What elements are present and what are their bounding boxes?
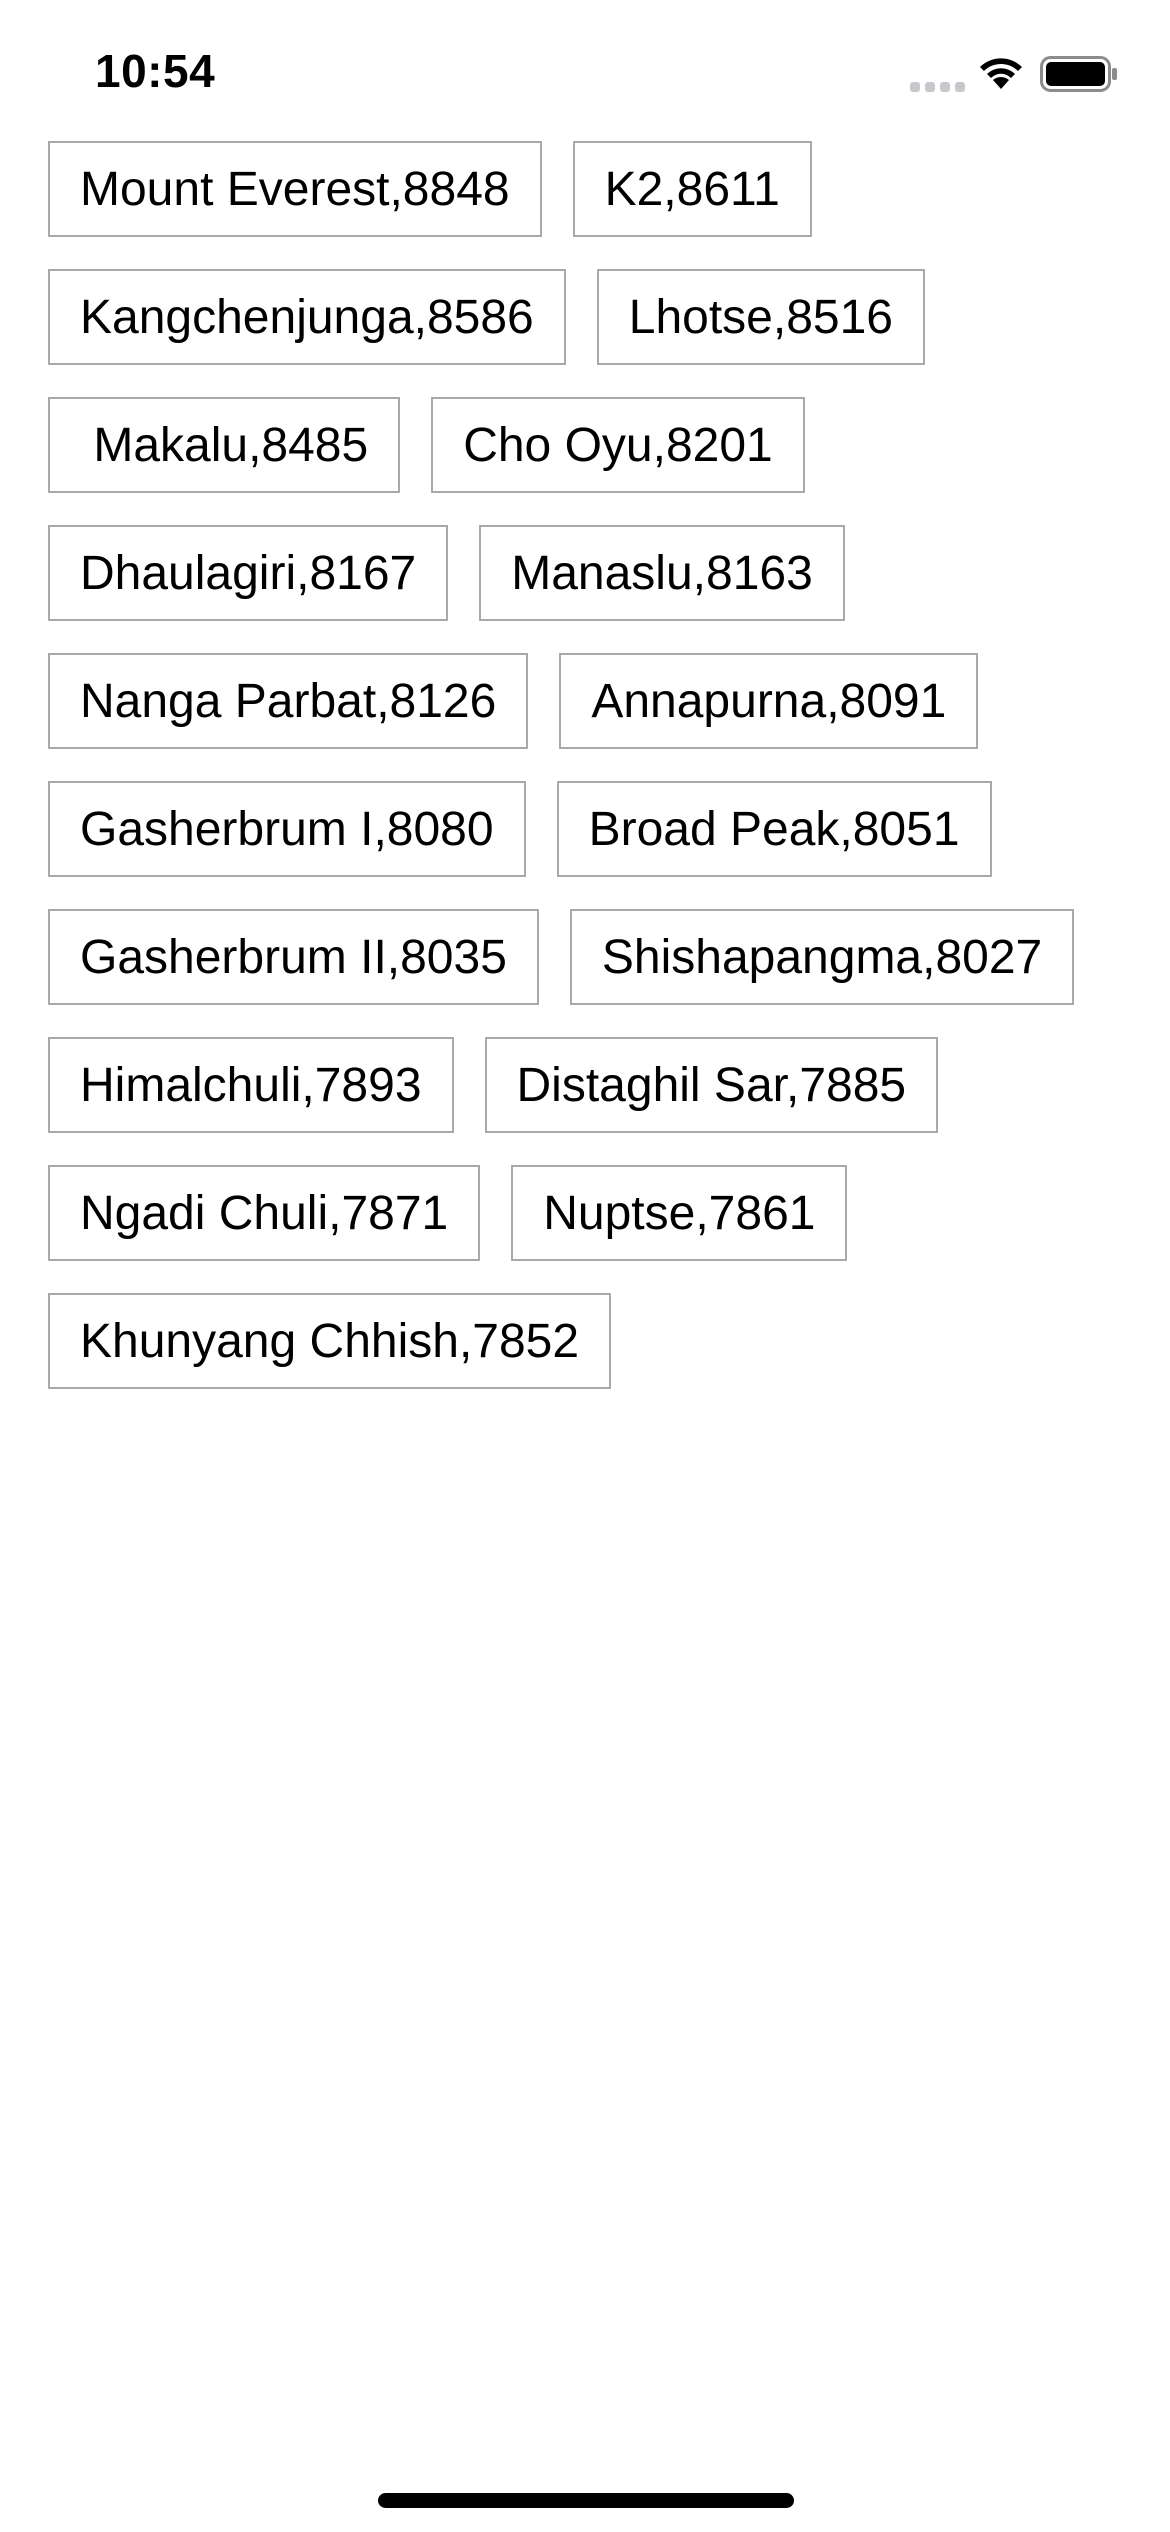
home-indicator[interactable] — [378, 2493, 794, 2508]
tag-k2[interactable]: K2,8611 — [572, 141, 812, 237]
tag-ngadi-chuli[interactable]: Ngadi Chuli,7871 — [48, 1165, 481, 1261]
tag-manaslu[interactable]: Manaslu,8163 — [479, 525, 845, 621]
battery-icon — [1040, 56, 1117, 92]
tag-cho-oyu[interactable]: Cho Oyu,8201 — [431, 397, 805, 493]
status-bar: 10:54 — [0, 0, 1170, 140]
tag-broad-peak[interactable]: Broad Peak,8051 — [556, 781, 992, 877]
tag-khunyang-chhish[interactable]: Khunyang Chhish,7852 — [48, 1293, 612, 1389]
tag-makalu[interactable]: Makalu,8485 — [48, 397, 401, 493]
tag-gasherbrum-i[interactable]: Gasherbrum I,8080 — [48, 781, 526, 877]
cellular-signal-icon — [910, 82, 965, 92]
status-time: 10:54 — [95, 45, 216, 97]
tag-annapurna[interactable]: Annapurna,8091 — [559, 653, 979, 749]
mountain-tag-list: Mount Everest,8848 K2,8611 Kangchenjunga… — [48, 141, 1088, 1389]
wifi-icon — [980, 58, 1022, 89]
tag-distaghil-sar[interactable]: Distaghil Sar,7885 — [484, 1037, 939, 1133]
tag-shishapangma[interactable]: Shishapangma,8027 — [569, 909, 1075, 1005]
tag-nuptse[interactable]: Nuptse,7861 — [511, 1165, 848, 1261]
tag-gasherbrum-ii[interactable]: Gasherbrum II,8035 — [48, 909, 539, 1005]
tag-mount-everest[interactable]: Mount Everest,8848 — [48, 141, 542, 237]
tag-lhotse[interactable]: Lhotse,8516 — [596, 269, 925, 365]
tag-dhaulagiri[interactable]: Dhaulagiri,8167 — [48, 525, 449, 621]
tag-nanga-parbat[interactable]: Nanga Parbat,8126 — [48, 653, 529, 749]
tag-himalchuli[interactable]: Himalchuli,7893 — [48, 1037, 454, 1133]
tag-kangchenjunga[interactable]: Kangchenjunga,8586 — [48, 269, 566, 365]
